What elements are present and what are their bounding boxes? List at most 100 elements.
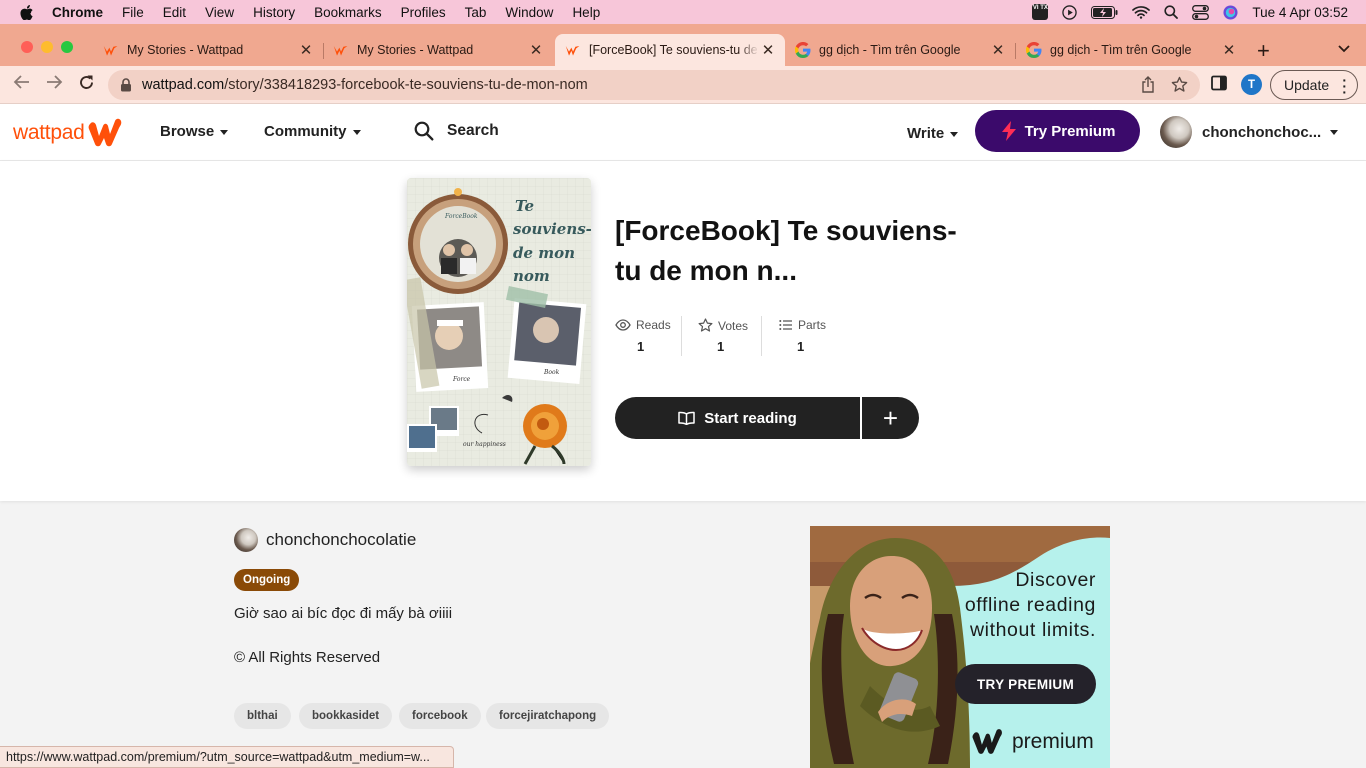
forward-arrow-icon[interactable] — [45, 74, 63, 95]
menu-edit[interactable]: Edit — [163, 5, 186, 20]
search-label: Search — [447, 122, 499, 139]
wattpad-w-icon — [89, 118, 122, 147]
reload-icon[interactable] — [78, 74, 95, 96]
menu-app-chrome[interactable]: Chrome — [52, 5, 103, 20]
tag-chip[interactable]: forcejiratchapong — [486, 703, 610, 729]
url-text[interactable]: wattpad.com/story/338418293-forcebook-te… — [142, 77, 588, 93]
browser-tab[interactable]: gg dịch - Tìm trên Google ✕ — [785, 34, 1015, 66]
wattpad-header: wattpad Browse Community Search Write Tr… — [0, 104, 1366, 161]
macos-menu-bar: Chrome File Edit View History Bookmarks … — [0, 0, 1366, 24]
try-premium-button[interactable]: Try Premium — [975, 110, 1140, 152]
tag-chip[interactable]: forcebook — [399, 703, 481, 729]
tag-chip[interactable]: blthai — [234, 703, 291, 729]
tag-chip[interactable]: bookkasidet — [299, 703, 393, 729]
browser-toolbar: wattpad.com/story/338418293-forcebook-te… — [0, 66, 1366, 104]
search-icon — [414, 121, 434, 141]
tab-title: gg dịch - Tìm trên Google — [819, 43, 961, 57]
close-window-button[interactable] — [21, 41, 33, 53]
ad-line: Discover — [1015, 569, 1096, 591]
svg-text:souviens-tu: souviens-tu — [513, 220, 591, 238]
stat-value: 1 — [797, 339, 805, 354]
wifi-icon[interactable] — [1132, 5, 1151, 19]
community-label: Community — [264, 123, 347, 140]
add-to-library-button[interactable]: + — [862, 397, 919, 439]
kebab-menu-icon[interactable]: · · · — [1342, 73, 1347, 99]
google-icon — [795, 42, 811, 58]
profile-initial: T — [1241, 74, 1262, 95]
control-center-icon[interactable] — [1192, 4, 1210, 20]
lock-icon[interactable] — [120, 78, 132, 92]
community-menu[interactable]: Community — [264, 123, 361, 140]
new-tab-icon[interactable]: + — [1257, 38, 1270, 64]
menu-window[interactable]: Window — [505, 5, 553, 20]
author-link[interactable]: chonchonchocolatie — [234, 528, 416, 552]
close-tab-icon[interactable]: ✕ — [1220, 41, 1238, 59]
story-hero: Te souviens-tu de mon nom ForceBook Forc… — [0, 161, 1366, 501]
browser-tab[interactable]: My Stories - Wattpad ✕ — [93, 34, 323, 66]
menu-bar-clock[interactable]: Tue 4 Apr 03:52 — [1252, 5, 1348, 20]
siri-icon[interactable] — [1223, 4, 1238, 20]
cover-artwork: Te souviens-tu de mon nom ForceBook Forc… — [407, 178, 591, 466]
stat-value: 1 — [637, 339, 645, 354]
browser-tab[interactable]: gg dịch - Tìm trên Google ✕ — [1016, 34, 1246, 66]
share-icon[interactable] — [1141, 76, 1155, 98]
update-label: Update — [1284, 77, 1330, 93]
user-menu[interactable]: chonchonchoc... — [1160, 116, 1339, 148]
tab-title: gg dịch - Tìm trên Google — [1050, 43, 1192, 57]
menu-help[interactable]: Help — [572, 5, 600, 20]
stat-divider — [681, 316, 682, 356]
plus-icon: + — [882, 402, 899, 433]
update-button[interactable]: Update · · · — [1270, 70, 1358, 100]
google-icon — [1026, 42, 1042, 58]
close-tab-icon[interactable]: ✕ — [989, 41, 1007, 59]
svg-text:Te: Te — [515, 197, 534, 215]
menu-tab[interactable]: Tab — [465, 5, 487, 20]
battery-icon[interactable] — [1091, 5, 1118, 19]
browser-tab-active[interactable]: [ForceBook] Te souviens-tu de mon nom ✕ — [555, 34, 785, 66]
close-tab-icon[interactable]: ✕ — [759, 41, 777, 59]
stat-reads: Reads 1 — [615, 318, 675, 354]
menu-file[interactable]: File — [122, 5, 144, 20]
start-reading-button[interactable]: Start reading — [615, 397, 860, 439]
address-bar[interactable]: wattpad.com/story/338418293-forcebook-te… — [108, 70, 1200, 100]
url-path: /story/338418293-forcebook-te-souviens-t… — [224, 77, 588, 93]
story-title: [ForceBook] Te souviens-tu de mon n... — [615, 215, 957, 286]
ad-line: offline reading — [964, 594, 1096, 616]
ad-try-premium-button[interactable]: TRY PREMIUM — [955, 664, 1096, 704]
username-label: chonchonchoc... — [1202, 123, 1322, 141]
tab-title: [ForceBook] Te souviens-tu de mon nom — [589, 43, 759, 57]
author-name: chonchonchocolatie — [266, 530, 417, 549]
tab-title: My Stories - Wattpad — [357, 43, 474, 57]
spotlight-search-icon[interactable] — [1164, 5, 1179, 19]
wattpad-logo[interactable]: wattpad — [13, 118, 128, 148]
close-tab-icon[interactable]: ✕ — [527, 41, 545, 59]
avatar — [1160, 116, 1192, 148]
copyright-text: © All Rights Reserved — [234, 649, 381, 666]
search-button[interactable]: Search — [414, 121, 499, 141]
apple-icon[interactable] — [20, 4, 34, 20]
write-menu[interactable]: Write — [907, 125, 959, 142]
side-panel-icon[interactable] — [1211, 75, 1227, 96]
logo-text: wattpad — [13, 121, 85, 144]
back-arrow-icon[interactable] — [13, 74, 31, 95]
zoom-window-button[interactable] — [61, 41, 73, 53]
menu-bookmarks[interactable]: Bookmarks — [314, 5, 382, 20]
menu-view[interactable]: View — [205, 5, 234, 20]
minimize-window-button[interactable] — [41, 41, 53, 53]
story-cover[interactable]: Te souviens-tu de mon nom ForceBook Forc… — [407, 178, 591, 466]
menu-profiles[interactable]: Profiles — [401, 5, 446, 20]
menu-history[interactable]: History — [253, 5, 295, 20]
profile-avatar-icon[interactable]: T — [1241, 74, 1262, 95]
premium-ad[interactable]: Discover offline reading without limits.… — [810, 526, 1110, 768]
try-premium-label: Try Premium — [1024, 122, 1116, 140]
play-icon[interactable] — [1062, 4, 1078, 20]
close-tab-icon[interactable]: ✕ — [297, 41, 315, 59]
bookmark-star-icon[interactable] — [1171, 76, 1188, 98]
url-host: wattpad.com — [142, 77, 225, 93]
input-source-icon[interactable]: VI TX — [1032, 4, 1049, 20]
list-icon — [779, 320, 792, 330]
browser-tab[interactable]: My Stories - Wattpad ✕ — [323, 34, 553, 66]
star-icon — [698, 318, 713, 332]
browse-menu[interactable]: Browse — [160, 123, 229, 140]
tab-search-chevron-icon[interactable] — [1338, 40, 1350, 56]
